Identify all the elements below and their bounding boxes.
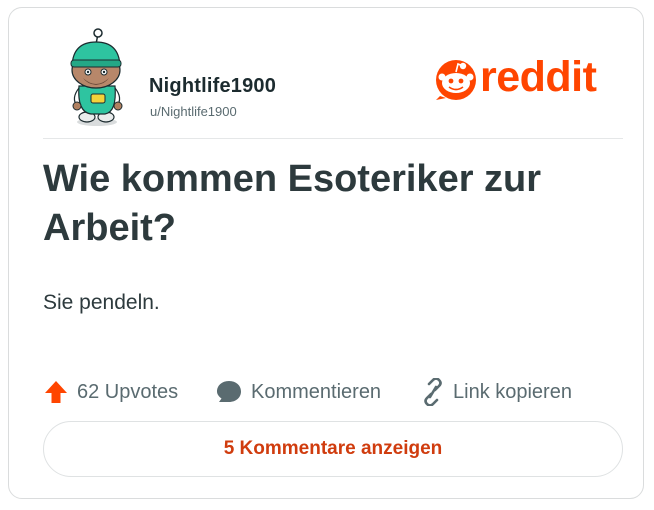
author-display-name[interactable]: Nightlife1900 xyxy=(149,75,276,98)
author-handle[interactable]: u/Nightlife1900 xyxy=(150,104,237,119)
link-icon xyxy=(424,378,442,406)
copy-link-label: Link kopieren xyxy=(453,380,572,403)
snoo-avatar-icon xyxy=(61,28,127,128)
reddit-snoo-icon xyxy=(436,59,476,100)
upvote-button[interactable]: 62 Upvotes xyxy=(43,378,178,406)
reddit-wordmark: reddit xyxy=(480,53,597,101)
post-card: Nightlife1900 u/Nightlife1900 reddit Wie… xyxy=(8,7,644,499)
header-divider xyxy=(43,138,623,139)
comment-button[interactable]: Kommentieren xyxy=(215,378,381,406)
upvote-count-label: 62 Upvotes xyxy=(77,380,179,403)
post-body: Sie pendeln. xyxy=(43,291,160,314)
reddit-logo: reddit xyxy=(434,53,597,101)
comment-label: Kommentieren xyxy=(251,380,382,403)
copy-link-button[interactable]: Link kopieren xyxy=(421,378,572,406)
show-comments-button[interactable]: 5 Kommentare anzeigen xyxy=(43,421,623,477)
upvote-arrow-icon xyxy=(45,381,67,403)
post-title[interactable]: Wie kommen Esoteriker zur Arbeit? xyxy=(43,155,623,253)
comment-bubble-icon xyxy=(217,381,241,402)
show-comments-label: 5 Kommentare anzeigen xyxy=(223,438,443,459)
